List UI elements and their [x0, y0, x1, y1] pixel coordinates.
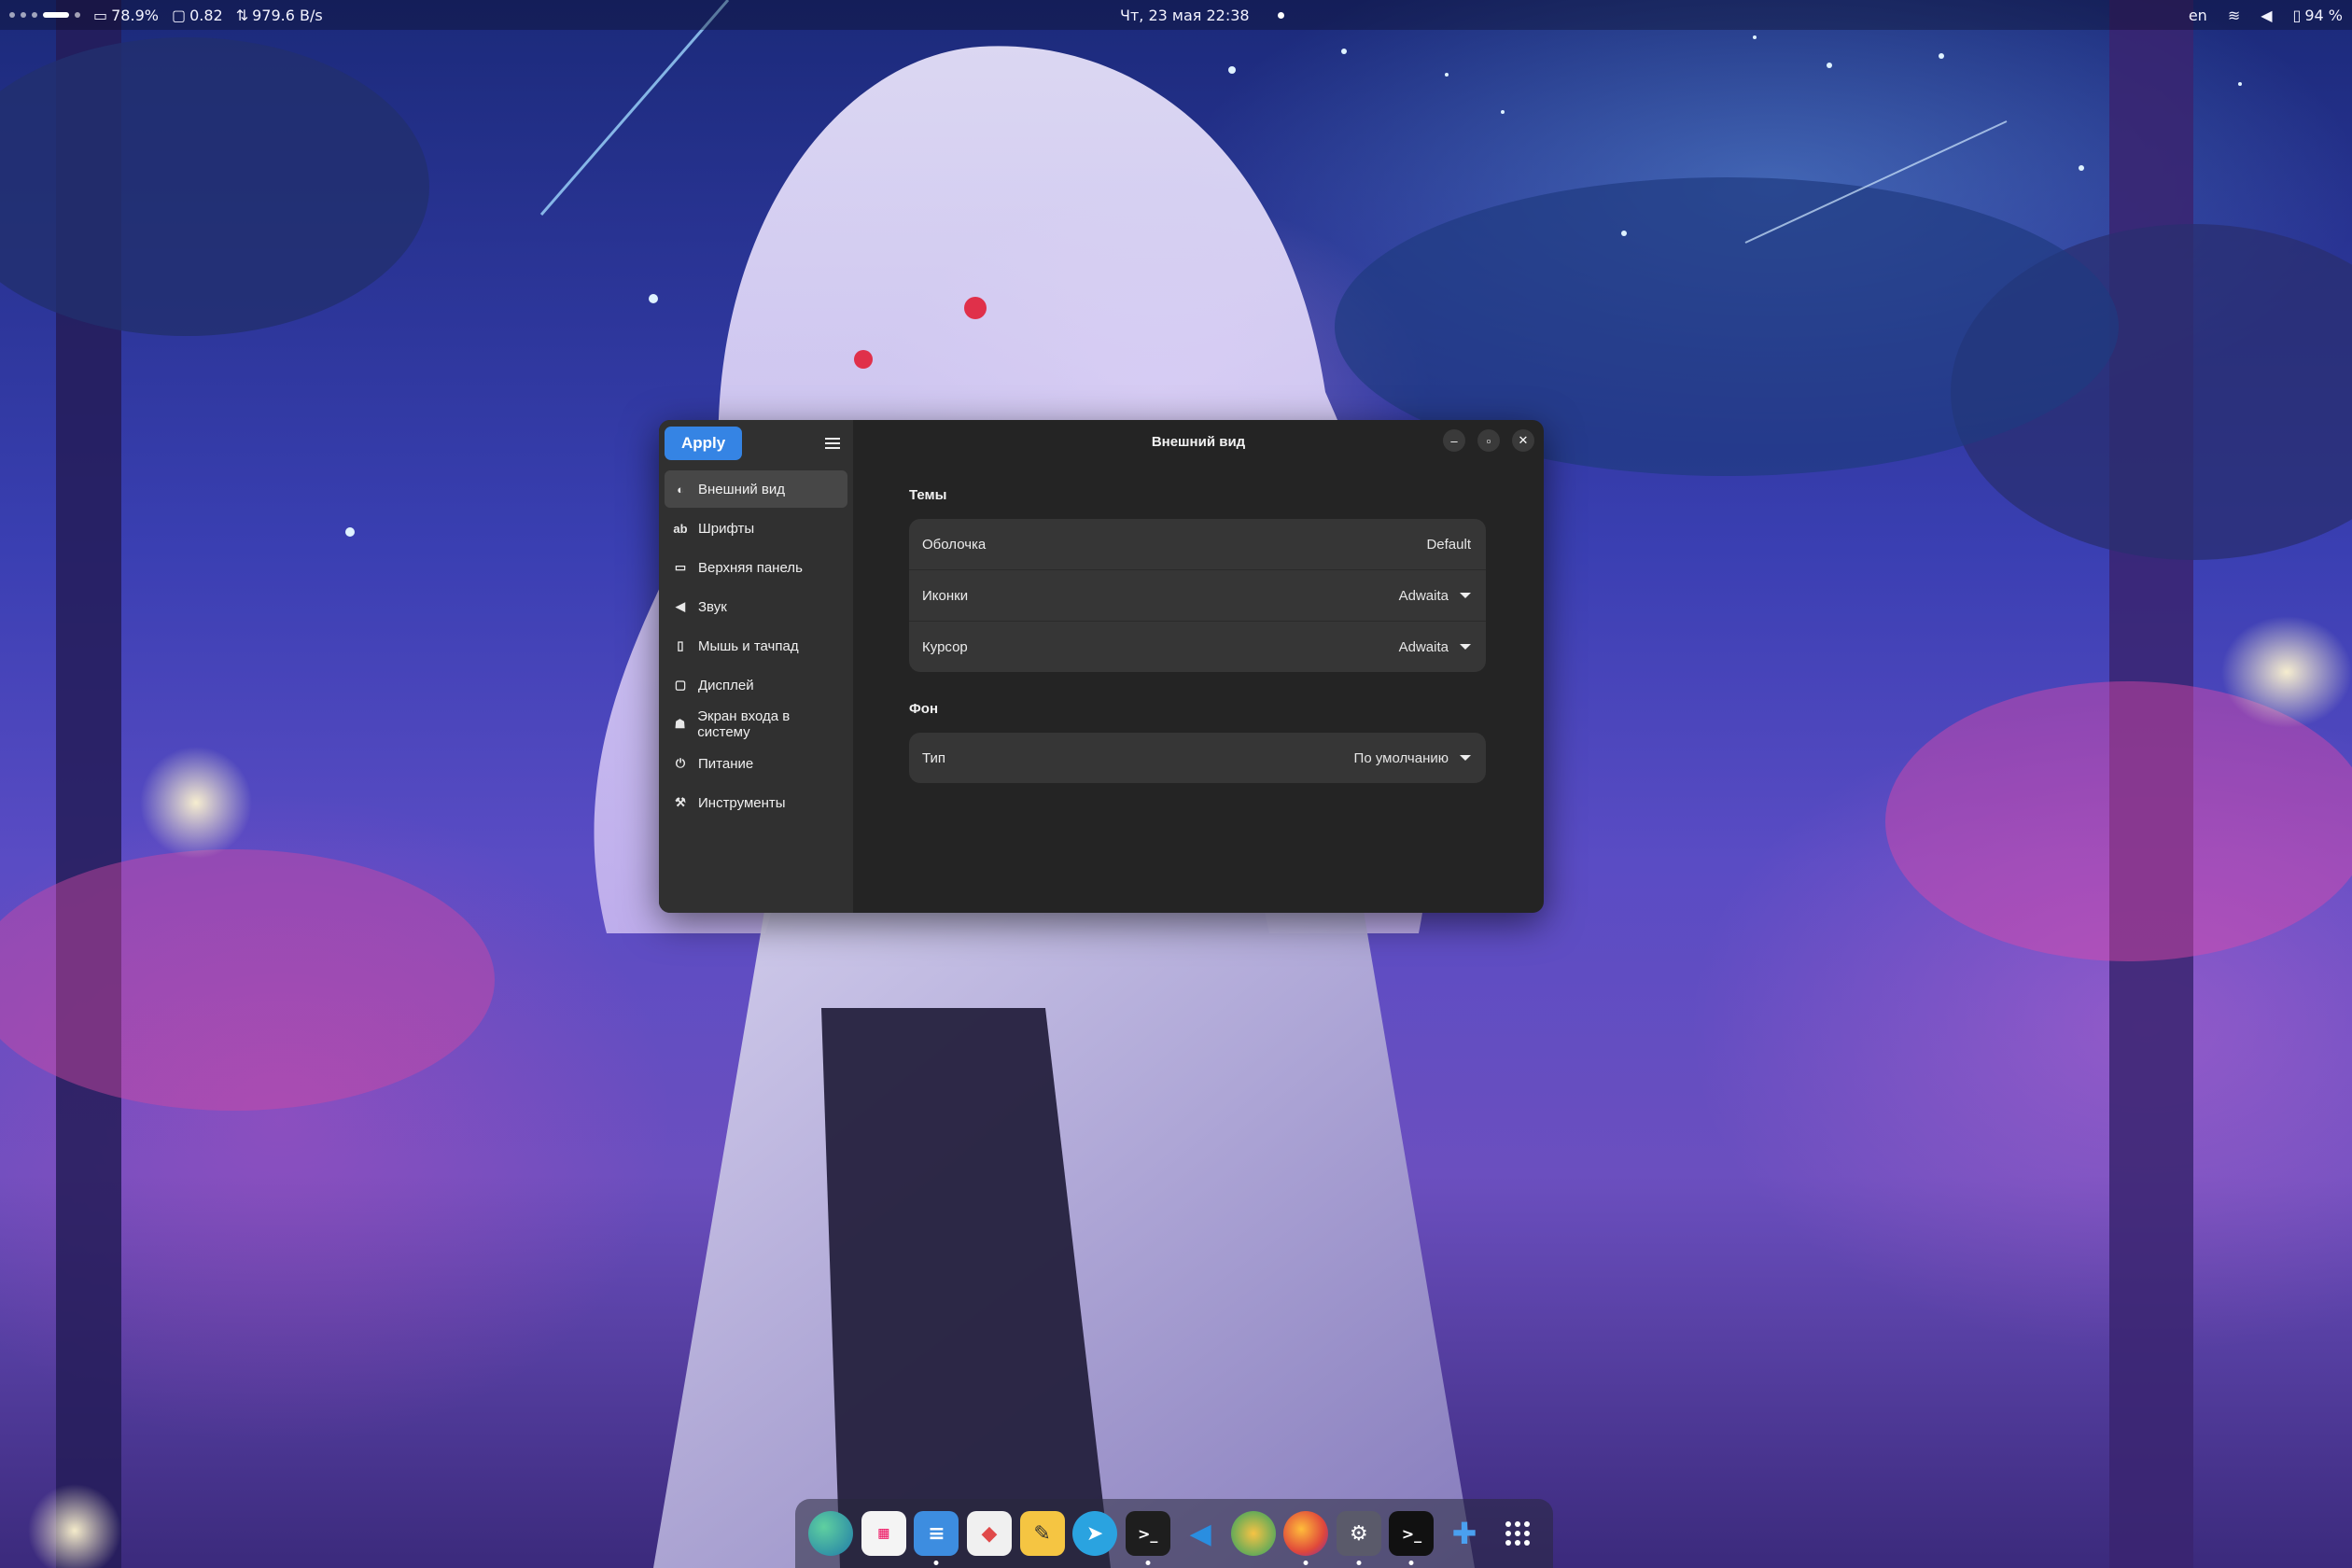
- sidebar-item-label: Питание: [698, 755, 754, 772]
- telegram-icon[interactable]: ➤: [1072, 1511, 1118, 1556]
- vscode-icon[interactable]: ◀: [1178, 1511, 1223, 1556]
- sidebar-item-label: Внешний вид: [698, 481, 785, 497]
- sidebar-item-sound[interactable]: ◀ Звук: [665, 588, 847, 625]
- terminal-icon[interactable]: >_: [1125, 1511, 1170, 1565]
- menu-icon[interactable]: [819, 430, 846, 456]
- sound-icon: ◀: [676, 599, 685, 613]
- sidebar: Apply ◐ Внешний вид ab Шрифты ▭ Верхняя …: [659, 420, 853, 913]
- apply-button[interactable]: Apply: [665, 427, 743, 460]
- background-type-row[interactable]: Тип По умолчанию: [909, 733, 1486, 783]
- shell-value: Default: [1426, 536, 1471, 553]
- extensions-icon[interactable]: ✚: [1442, 1511, 1487, 1556]
- app-grid-icon[interactable]: [1495, 1511, 1540, 1556]
- wifi-icon[interactable]: ≋: [2228, 7, 2240, 24]
- top-panel-icon: ▭: [674, 560, 687, 574]
- sidebar-item-display[interactable]: ▢ Дисплей: [665, 666, 847, 704]
- notification-dot-icon: [1277, 11, 1284, 19]
- clock[interactable]: Чт, 23 мая 22:38: [1120, 7, 1250, 24]
- calendar-icon[interactable]: ▦: [861, 1511, 906, 1556]
- tweaks-window: Apply ◐ Внешний вид ab Шрифты ▭ Верхняя …: [659, 420, 1544, 913]
- workspace-indicator[interactable]: [9, 12, 80, 18]
- battery-icon: ▯: [2292, 6, 2302, 24]
- sidebar-item-mouse[interactable]: ▯ Мышь и тачпад: [665, 627, 847, 665]
- sidebar-list: ◐ Внешний вид ab Шрифты ▭ Верхняя панель…: [659, 467, 853, 827]
- volume-icon[interactable]: ◀: [2261, 7, 2272, 24]
- power-icon: ⏻: [675, 756, 686, 770]
- sidebar-item-label: Инструменты: [698, 794, 786, 811]
- icons-label: Иконки: [922, 587, 969, 604]
- battery-indicator[interactable]: ▯ 94 %: [2293, 7, 2343, 24]
- sidebar-item-label: Мышь и тачпад: [698, 637, 799, 654]
- fonts-icon: ab: [673, 521, 688, 536]
- notes-icon[interactable]: ≡: [914, 1511, 959, 1565]
- window-title: Внешний вид: [1151, 433, 1246, 450]
- background-section-title: Фон: [909, 701, 939, 717]
- maximize-icon[interactable]: ▫: [1477, 429, 1500, 452]
- text-editor-icon[interactable]: ✎: [1019, 1511, 1065, 1556]
- icons-dropdown[interactable]: Adwaita: [1399, 588, 1471, 604]
- dock: ▦ ≡ ◆ ✎ ➤ >_ ◀ ⚙ >_ ✚: [795, 1499, 1553, 1568]
- network-value: 979.6 B/s: [252, 6, 323, 24]
- globe-icon[interactable]: [808, 1511, 854, 1556]
- header-bar: Внешний вид – ▫ ✕: [853, 420, 1544, 463]
- shell-row[interactable]: Оболочка Default: [909, 519, 1486, 570]
- background-card: Тип По умолчанию: [909, 733, 1486, 783]
- sidebar-item-label: Экран входа в систему: [697, 708, 791, 740]
- themes-card: Оболочка Default Иконки Adwaita Курсор A…: [909, 519, 1486, 672]
- dropdown-arrow-icon: [1460, 755, 1471, 761]
- sidebar-item-login-screen[interactable]: ☗ Экран входа в систему: [665, 706, 847, 743]
- terminal-2-icon[interactable]: >_: [1389, 1511, 1435, 1565]
- keyboard-layout[interactable]: en: [2189, 7, 2207, 24]
- minimize-icon[interactable]: –: [1443, 429, 1465, 452]
- background-type-dropdown[interactable]: По умолчанию: [1354, 750, 1471, 766]
- sidebar-item-appearance[interactable]: ◐ Внешний вид: [665, 470, 847, 508]
- browser-icon[interactable]: [1230, 1511, 1276, 1556]
- sidebar-item-tools[interactable]: ⚒ Инструменты: [665, 784, 847, 821]
- cpu-value: 78.9%: [111, 6, 159, 24]
- network-icon: ⇅: [235, 6, 249, 24]
- load-value: 0.82: [189, 6, 223, 24]
- cpu-icon: ▭: [93, 6, 108, 24]
- network-monitor[interactable]: ⇅ 979.6 B/s: [236, 7, 323, 24]
- content-pane: Внешний вид – ▫ ✕ Темы Оболочка Default …: [853, 420, 1544, 913]
- battery-value: 94 %: [2304, 6, 2343, 24]
- login-screen-icon: ☗: [674, 717, 686, 731]
- close-icon[interactable]: ✕: [1512, 429, 1534, 452]
- display-icon: ▢: [674, 678, 687, 692]
- cursor-value: Adwaita: [1398, 638, 1449, 655]
- software-store-icon[interactable]: ◆: [966, 1511, 1012, 1556]
- icons-value: Adwaita: [1398, 587, 1449, 604]
- background-type-label: Тип: [922, 749, 946, 766]
- monitor-icon: ▢: [171, 6, 187, 24]
- sidebar-item-fonts[interactable]: ab Шрифты: [665, 510, 847, 547]
- tools-icon: ⚒: [675, 795, 686, 809]
- top-bar: ▭ 78.9% ▢ 0.82 ⇅ 979.6 B/s Чт, 23 мая 22…: [0, 0, 2352, 30]
- cpu-monitor[interactable]: ▭ 78.9%: [93, 7, 159, 24]
- cursor-label: Курсор: [922, 638, 968, 655]
- dropdown-arrow-icon: [1460, 593, 1471, 598]
- load-monitor[interactable]: ▢ 0.82: [172, 7, 223, 24]
- icons-row[interactable]: Иконки Adwaita: [909, 570, 1486, 622]
- sidebar-item-top-panel[interactable]: ▭ Верхняя панель: [665, 549, 847, 586]
- sidebar-item-label: Дисплей: [698, 677, 754, 693]
- sidebar-item-label: Шрифты: [698, 520, 755, 537]
- sidebar-item-power[interactable]: ⏻ Питание: [665, 745, 847, 782]
- sidebar-item-label: Звук: [698, 598, 727, 615]
- appearance-icon: ◐: [677, 482, 684, 497]
- cursor-row[interactable]: Курсор Adwaita: [909, 622, 1486, 672]
- cursor-dropdown[interactable]: Adwaita: [1399, 639, 1471, 655]
- dropdown-arrow-icon: [1460, 644, 1471, 650]
- background-type-value: По умолчанию: [1353, 749, 1449, 766]
- sidebar-item-label: Верхняя панель: [698, 559, 803, 576]
- mouse-icon: ▯: [677, 638, 684, 652]
- toolbox-icon[interactable]: ⚙: [1336, 1511, 1381, 1565]
- shell-label: Оболочка: [922, 536, 987, 553]
- themes-section-title: Темы: [909, 487, 947, 503]
- firefox-icon[interactable]: [1283, 1511, 1329, 1565]
